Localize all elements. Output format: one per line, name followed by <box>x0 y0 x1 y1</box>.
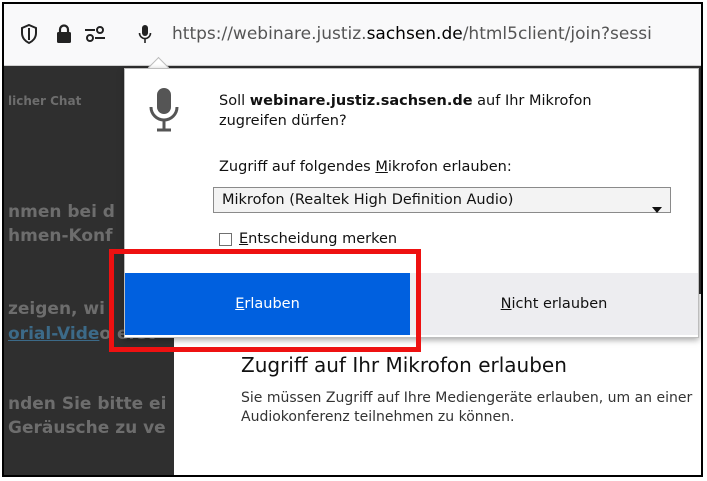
remember-decision-label[interactable]: Entscheidung merken <box>239 231 397 247</box>
allow-button[interactable]: Erlauben <box>125 273 410 335</box>
label-accesskey: M <box>375 159 388 175</box>
address-bar[interactable]: https://webinare.justiz.sachsen.de/html5… <box>4 4 701 66</box>
url-text[interactable]: https://webinare.justiz.sachsen.de/html5… <box>172 24 652 44</box>
page-text-line: licher Chat <box>8 94 82 108</box>
page-text-line: zeigen, wi <box>8 299 105 319</box>
permissions-icon[interactable] <box>84 26 106 46</box>
url-host: sachsen.de <box>366 24 463 44</box>
microphone-icon <box>149 87 179 137</box>
deny-label: icht erlauben <box>511 296 608 312</box>
deny-accesskey: N <box>500 296 512 312</box>
screenshot-frame: https://webinare.justiz.sachsen.de/html5… <box>2 2 703 477</box>
remember-decision-row[interactable]: Entscheidung merken <box>219 231 397 247</box>
page-text-line: Geräusche zu ve <box>8 418 166 438</box>
microphone-icon[interactable] <box>138 24 152 48</box>
microphone-permission-popup: Soll webinare.justiz.sachsen.de auf Ihr … <box>124 68 699 338</box>
microphone-select-label: Zugriff auf folgendes Mikrofon erlauben: <box>219 159 512 175</box>
deny-button[interactable]: Nicht erlauben <box>410 273 698 335</box>
audio-dialog-body: Sie müssen Zugriff auf Ihre Mediengeräte… <box>241 390 693 425</box>
url-suffix: /html5client/join?sessi <box>462 24 652 44</box>
question-prefix: Soll <box>219 93 250 109</box>
question-host: webinare.justiz.sachsen.de <box>249 93 473 109</box>
microphone-select[interactable]: Mikrofon (Realtek High Definition Audio) <box>213 187 671 213</box>
url-prefix: https://webinare.justiz. <box>172 24 367 44</box>
remember-decision-checkbox[interactable] <box>219 233 232 246</box>
label-part: ntscheidung merken <box>248 231 398 247</box>
lock-icon[interactable] <box>56 24 72 48</box>
page-text-line: nmen bei d <box>8 202 115 222</box>
chevron-down-icon[interactable] <box>652 197 662 221</box>
tutorial-video-link[interactable]: orial-Vide <box>8 324 99 344</box>
shield-icon[interactable] <box>20 23 38 48</box>
microphone-select-value: Mikrofon (Realtek High Definition Audio) <box>222 192 514 208</box>
label-part: ikrofon erlauben: <box>387 159 512 175</box>
allow-label: rlauben <box>244 296 300 312</box>
allow-accesskey: E <box>235 296 245 312</box>
label-part: Zugriff auf folgendes <box>219 159 376 175</box>
permission-question: Soll webinare.justiz.sachsen.de auf Ihr … <box>219 91 659 131</box>
audio-dialog-title: Zugriff auf Ihr Mikrofon erlauben <box>241 353 567 377</box>
label-accesskey: E <box>239 231 249 247</box>
page-text-line: nden Sie bitte ei <box>8 394 167 414</box>
page-text-line: hmen-Konf <box>8 226 113 246</box>
